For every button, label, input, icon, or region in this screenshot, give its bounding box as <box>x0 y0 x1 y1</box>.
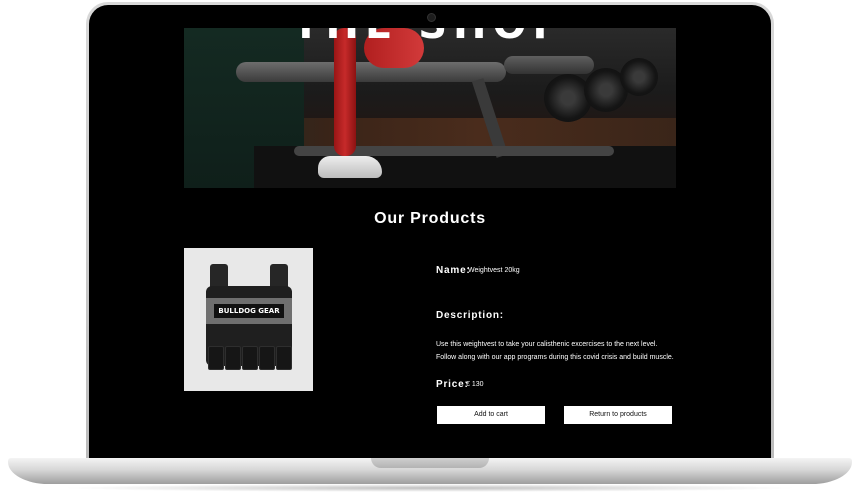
hero-athlete-shoe <box>318 156 382 178</box>
hero-bench <box>236 62 506 82</box>
laptop-shadow <box>60 484 800 492</box>
product-name-label: Name: <box>436 265 471 276</box>
add-to-cart-button[interactable]: Add to cart <box>437 406 545 424</box>
vest-brand-label: BULLDOG GEAR <box>214 304 284 318</box>
camera-icon <box>427 13 436 22</box>
weightvest-image: BULLDOG GEAR <box>206 264 292 376</box>
hero-title: THE SHOP <box>184 28 676 48</box>
vest-pocket <box>208 346 224 370</box>
weight-plate <box>620 58 658 96</box>
product-image: BULLDOG GEAR <box>184 248 313 391</box>
laptop-base-notch <box>371 458 489 468</box>
vest-pocket <box>259 346 275 370</box>
hero-bench-seat <box>504 56 594 74</box>
vest-pocket <box>276 346 292 370</box>
return-to-products-button[interactable]: Return to products <box>564 406 672 424</box>
description-line: Follow along with our app programs durin… <box>436 354 674 361</box>
product-name-value: Weightvest 20kg <box>468 267 520 274</box>
vest-pocket <box>242 346 258 370</box>
product-description: Use this weightvest to take your calisth… <box>436 338 716 364</box>
product-description-label: Description: <box>436 310 504 321</box>
vest-pocket <box>225 346 241 370</box>
screen: THE SHOP Our Products BULLDOG GEAR Name:… <box>108 28 752 434</box>
hero-banner: THE SHOP <box>184 28 676 188</box>
product-price-label: Price: <box>436 379 469 390</box>
product-price-value: € 130 <box>466 381 484 388</box>
section-title: Our Products <box>374 210 486 227</box>
description-line: Use this weightvest to take your calisth… <box>436 341 658 348</box>
